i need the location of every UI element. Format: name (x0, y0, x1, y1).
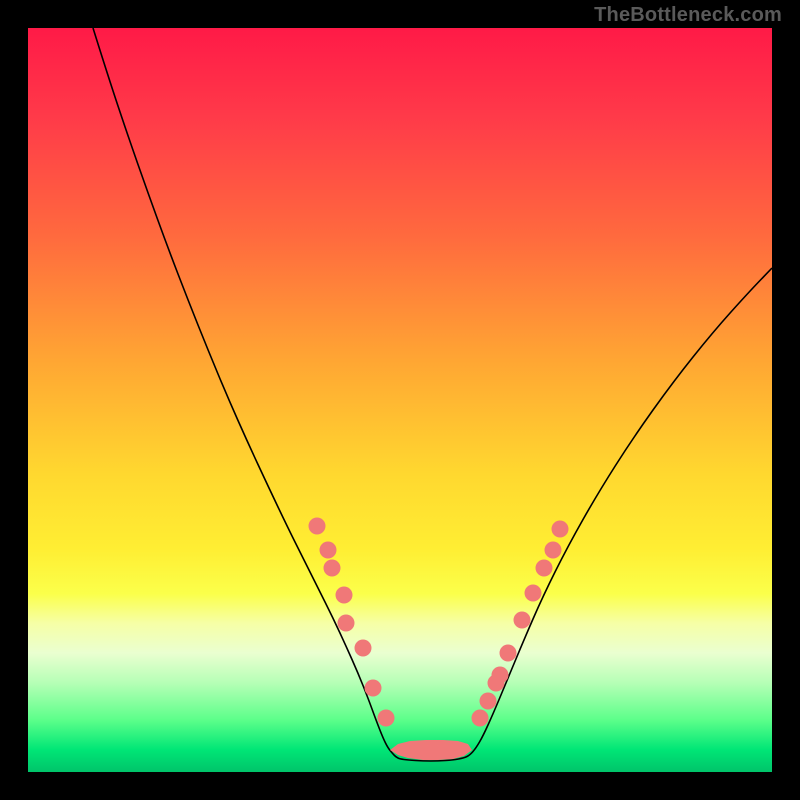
bottleneck-curve (93, 28, 772, 761)
data-marker (480, 693, 497, 710)
data-marker (338, 615, 355, 632)
data-marker (365, 680, 382, 697)
left-marker-group (309, 518, 395, 727)
data-marker (309, 518, 326, 535)
data-marker (472, 710, 489, 727)
data-marker (324, 560, 341, 577)
data-marker (525, 585, 542, 602)
data-marker (514, 612, 531, 629)
curve-min-marker (390, 740, 472, 760)
data-marker (545, 542, 562, 559)
chart-svg (28, 28, 772, 772)
data-marker (500, 645, 517, 662)
chart-frame (28, 28, 772, 772)
data-marker (336, 587, 353, 604)
watermark-text: TheBottleneck.com (594, 4, 782, 27)
data-marker (492, 667, 509, 684)
data-marker (536, 560, 553, 577)
data-marker (355, 640, 372, 657)
data-marker (378, 710, 395, 727)
right-marker-group (472, 521, 569, 727)
data-marker (320, 542, 337, 559)
data-marker (552, 521, 569, 538)
